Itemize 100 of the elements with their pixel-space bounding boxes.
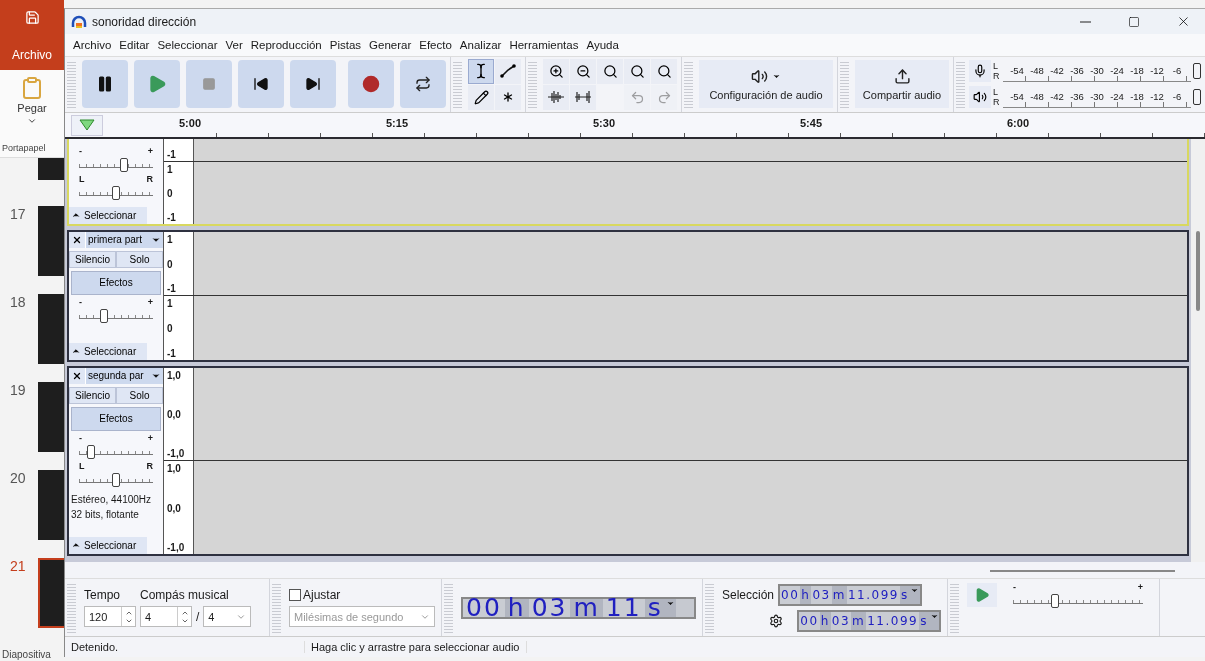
menu-item[interactable]: Pistas — [325, 38, 366, 51]
slider-min-label: L — [79, 174, 85, 186]
meter-tick-label: -12 — [1149, 65, 1165, 77]
slider-min-label: - — [79, 146, 82, 158]
select-track-button[interactable]: Seleccionar — [69, 206, 147, 224]
time-unit: h — [800, 585, 812, 604]
meter-tick-label: -30 — [1089, 91, 1105, 103]
scale-label: 1 — [167, 298, 174, 310]
meter-tick-label: -6 — [1171, 91, 1183, 103]
scale-label: -1,0 — [167, 541, 186, 553]
tempo-field[interactable]: 120 — [84, 606, 136, 628]
menu-item[interactable]: Efecto — [415, 38, 456, 51]
track-name-button[interactable]: segunda par — [85, 367, 163, 384]
window-title: sonoridad dirección — [92, 14, 198, 29]
slide-number: 18 — [9, 294, 27, 312]
menu-item[interactable]: Seleccionar — [153, 38, 222, 51]
meter-tick-label: -24 — [1109, 91, 1125, 103]
time-label: 5:30 — [593, 116, 615, 129]
separator-label: / — [196, 609, 200, 624]
slider-min-label: - — [79, 433, 82, 445]
meter-tick-label: -36 — [1069, 65, 1085, 77]
time-unit: m — [570, 598, 603, 617]
scale-label: -1 — [167, 211, 177, 223]
mute-button[interactable]: Silencio — [69, 386, 116, 404]
slider-min-label: L — [79, 461, 85, 473]
meter-tick-label: -12 — [1149, 91, 1165, 103]
menu-item[interactable]: Reproducción — [246, 38, 326, 51]
menu-item[interactable]: Herramientas — [505, 38, 583, 51]
time-unit: s — [899, 585, 910, 604]
time-unit: h — [504, 598, 529, 617]
slide-number: 17 — [9, 206, 27, 224]
time-label: 5:15 — [386, 116, 408, 129]
group-label: Portapapel — [1, 143, 46, 155]
mute-button[interactable]: Silencio — [69, 250, 116, 268]
track-info: 32 bits, flotante — [70, 508, 140, 521]
slide-number: 20 — [9, 470, 27, 488]
scale-label: 0,0 — [167, 409, 182, 421]
slider-max-label: R — [146, 461, 153, 473]
slider-min-label: - — [1013, 583, 1016, 595]
slide-status: Diapositiva — [1, 649, 52, 661]
slide-number: 19 — [9, 382, 27, 400]
slider-max-label: + — [147, 146, 153, 158]
track-name-button[interactable]: primera part — [85, 231, 163, 248]
menu-item[interactable]: Ayuda — [582, 38, 623, 51]
scale-label: 1 — [167, 233, 174, 245]
slider-min-label: - — [79, 297, 82, 309]
meter-tick-label: -48 — [1029, 65, 1045, 77]
select-track-button[interactable]: Seleccionar — [69, 342, 147, 360]
scale-label: 0 — [167, 258, 174, 270]
effects-button[interactable]: Efectos — [71, 270, 161, 295]
scale-label: 1,0 — [167, 369, 182, 381]
select-track-button[interactable]: Seleccionar — [69, 536, 147, 554]
file-tab[interactable]: Archivo — [12, 48, 52, 62]
snap-label: Ajustar — [303, 588, 341, 603]
beats-field[interactable]: 4 — [140, 606, 192, 628]
scale-label: 0 — [167, 187, 174, 199]
slider-max-label: + — [147, 297, 153, 309]
time-unit: s — [919, 611, 929, 630]
meter-tick-label: -42 — [1049, 91, 1065, 103]
menu-item[interactable]: Ver — [221, 38, 247, 51]
paste-label: Pegar — [17, 102, 47, 114]
time-signature-label: Compás musical — [140, 588, 229, 603]
solo-button[interactable]: Solo — [116, 386, 163, 404]
menu-item[interactable]: Analizar — [455, 38, 506, 51]
tempo-label: Tempo — [84, 588, 121, 603]
meter-tick-label: -24 — [1109, 65, 1125, 77]
menu-item[interactable]: Editar — [115, 38, 154, 51]
time-field[interactable]: 00 h 03 m 11.099 s — [797, 609, 941, 632]
track-info: Estéreo, 44100Hz — [70, 492, 153, 506]
channel-label: R — [993, 71, 1001, 82]
beat-unit-select[interactable]: 4 — [203, 606, 252, 628]
scale-label: 0 — [167, 323, 174, 335]
menu-item[interactable]: Generar — [365, 38, 416, 51]
scale-label: -1,0 — [167, 448, 186, 460]
time-unit: m — [851, 611, 867, 630]
slider-max-label: + — [147, 433, 153, 445]
channel-label: L — [993, 87, 999, 98]
scale-label: -1 — [167, 283, 177, 295]
time-unit: s — [644, 598, 666, 617]
status-text: Detenido. — [65, 641, 305, 653]
meter-tick-label: -42 — [1049, 65, 1065, 77]
time-unit: h — [819, 611, 831, 630]
meter-tick-label: -54 — [1009, 65, 1025, 77]
scale-label: -1 — [167, 148, 177, 160]
meter-tick-label: -18 — [1129, 91, 1145, 103]
time-label: 5:45 — [800, 116, 822, 129]
scale-label: 1 — [167, 163, 174, 175]
solo-button[interactable]: Solo — [116, 250, 163, 268]
scale-label: 1,0 — [167, 463, 182, 475]
meter-tick-label: -48 — [1029, 91, 1045, 103]
share-audio-button[interactable]: Compartir audio — [855, 60, 949, 109]
meter-tick-label: -36 — [1069, 91, 1085, 103]
effects-button[interactable]: Efectos — [71, 406, 161, 431]
time-field[interactable]: 00 h 03 m 11.099 s — [778, 583, 922, 606]
channel-label: R — [993, 97, 1001, 108]
menu-item[interactable]: Archivo — [69, 38, 116, 51]
slider-max-label: R — [146, 174, 153, 186]
channel-label: L — [993, 61, 999, 72]
selection-label: Selección — [722, 587, 775, 602]
audio-setup-button[interactable]: Configuración de audio — [699, 60, 833, 109]
